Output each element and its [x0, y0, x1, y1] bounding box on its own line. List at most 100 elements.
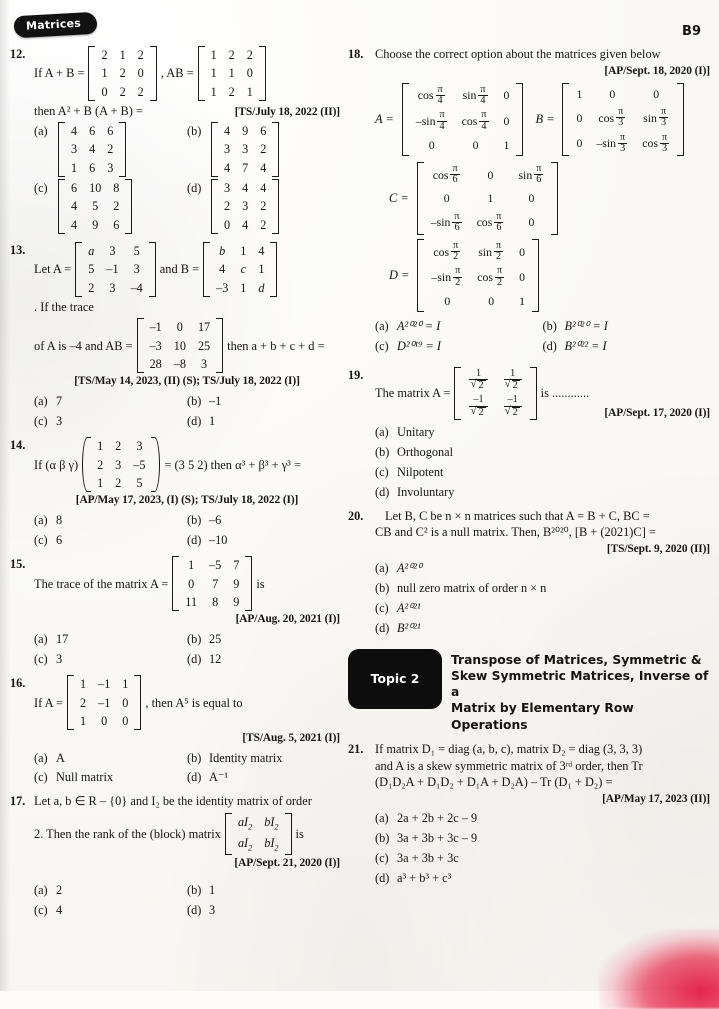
- q16-option-a[interactable]: (a) A: [34, 749, 187, 769]
- q19-option-c[interactable]: (c) Nilpotent: [375, 463, 710, 483]
- q16-option-d[interactable]: (d) A⁻¹: [187, 768, 340, 788]
- option-text: A²⁰²⁰ = I: [397, 319, 441, 334]
- question-number: 15.: [10, 557, 26, 572]
- question-number: 13.: [10, 242, 26, 257]
- option-text: Orthogonal: [397, 444, 454, 459]
- q17-stem-c: is: [295, 826, 304, 841]
- option-text: Involuntary: [397, 484, 455, 499]
- q18-stem: Choose the correct option about the matr…: [375, 47, 661, 61]
- option-text: 3: [56, 651, 63, 666]
- q12-source: [TS/July 18, 2022 (II)]: [234, 105, 340, 118]
- q20-option-c[interactable]: (c) A²⁰²¹: [375, 599, 710, 619]
- q13-stem-c: . If the trace: [34, 299, 94, 314]
- question-16: 16. If A = 1 –1 1 2 –1 0 100 , then A⁵ is eq…: [10, 675, 340, 788]
- option-label: (b): [375, 581, 390, 596]
- q20-option-b[interactable]: (b) null zero matrix of order n × n: [375, 579, 710, 599]
- q16-option-b[interactable]: (b) Identity matrix: [187, 749, 340, 769]
- q19-option-a[interactable]: (a) Unitary: [375, 423, 710, 443]
- topic-title: Transpose of Matrices, Symmetric & Skew …: [451, 649, 710, 733]
- q21-stem-a: If matrix D₁ = diag (a, b, c), matrix D₂…: [375, 741, 643, 756]
- option-text: 3: [56, 413, 63, 428]
- q13-matrix-B: b14 4c1 –3 1 d: [203, 241, 278, 297]
- q12-option-a[interactable]: (a) 466 342 163: [34, 122, 187, 178]
- question-14: 14. If (α β γ) 123 2 3 –5 125 = (3 5 2) th…: [10, 437, 340, 550]
- q12-option-c[interactable]: (c) 6 10 8 452 496: [34, 179, 187, 234]
- option-label: (c): [34, 413, 48, 428]
- q18-matrix-C: cos π 6 0 sin π 6 010 –sin π 6 cos π 6 0: [416, 161, 559, 236]
- option-label: (d): [187, 181, 202, 196]
- question-19: 19. The matrix A = 12 12 –12: [348, 366, 710, 503]
- q18-option-b[interactable]: (b) B²⁰²⁰ = I: [543, 317, 711, 337]
- option-text: 6: [56, 532, 63, 547]
- option-label: (d): [375, 620, 390, 635]
- q17-option-c[interactable]: (c) 4: [34, 901, 187, 921]
- q18-option-d[interactable]: (d) B²⁰²² = I: [543, 337, 711, 357]
- q12-option-b[interactable]: (b) 496 332 474: [187, 122, 340, 178]
- q13-matrix-AB: –1 0 17 –3 10 25 28 –8 3: [136, 318, 224, 374]
- option-text: Nilpotent: [397, 464, 444, 479]
- q15-option-a[interactable]: (a) 17: [34, 630, 187, 650]
- q14-option-c[interactable]: (c) 6: [34, 531, 187, 551]
- q14-option-d[interactable]: (d) –10: [187, 531, 340, 551]
- question-18: 18. Choose the correct option about the …: [348, 46, 710, 357]
- q15-source: [AP/Aug. 20, 2021 (I)]: [235, 613, 341, 626]
- option-text: A²⁰²⁰: [397, 561, 422, 576]
- q21-option-a[interactable]: (a) 2a + 2b + 2c – 9: [375, 809, 710, 829]
- option-text: a³ + b³ + c³: [397, 870, 452, 885]
- q12-matrix-ab: 122 110 121: [197, 46, 266, 101]
- q12-option-d[interactable]: (d) 344 232 042: [187, 179, 340, 234]
- option-label: (b): [375, 830, 390, 845]
- q13-stem-a: Let A =: [34, 262, 72, 277]
- q14-stem-a: If (α β γ): [34, 457, 79, 472]
- option-label: (b): [187, 750, 202, 765]
- question-13: 13. Let A = a35 5 –1 3 2 3 –4 and B = b …: [10, 241, 340, 432]
- q14-option-b[interactable]: (b) –6: [187, 511, 340, 531]
- option-text: 3: [209, 902, 216, 917]
- option-text: 1: [209, 883, 216, 898]
- option-label: (a): [375, 319, 389, 334]
- option-label: (a): [34, 631, 48, 646]
- q21-option-c[interactable]: (c) 3a + 3b + 3c: [375, 849, 710, 869]
- q13-option-b[interactable]: (b) –1: [187, 392, 340, 412]
- q14-option-a[interactable]: (a) 8: [34, 511, 187, 531]
- q20-stem-a: Let B, C be n × n matrices such that A =…: [385, 508, 650, 523]
- q21-stem-c: (D₁D₂A + D₁D₂ + D₁A + D₂A) – Tr (D₁ + D₂…: [375, 775, 613, 790]
- option-label: (d): [375, 484, 390, 499]
- option-label: (b): [187, 512, 202, 527]
- q13-option-d[interactable]: (d) 1: [187, 412, 340, 432]
- option-label: (a): [34, 883, 48, 898]
- q15-option-b[interactable]: (b) 25: [187, 630, 340, 650]
- q17-option-d[interactable]: (d) 3: [187, 901, 340, 921]
- q18-option-a[interactable]: (a) A²⁰²⁰ = I: [375, 317, 543, 337]
- option-text: 8: [56, 512, 63, 527]
- q15-stem-b: is: [256, 576, 265, 591]
- q16-option-c[interactable]: (c) Null matrix: [34, 768, 187, 788]
- q21-option-d[interactable]: (d) a³ + b³ + c³: [375, 869, 710, 889]
- q20-option-a[interactable]: (a) A²⁰²⁰: [375, 559, 710, 579]
- q21-option-b[interactable]: (b) 3a + 3b + 3c – 9: [375, 829, 710, 849]
- q17-option-a[interactable]: (a) 2: [34, 881, 187, 901]
- q13-option-a[interactable]: (a) 7: [34, 392, 187, 412]
- q19-option-d[interactable]: (d) Involuntary: [375, 483, 710, 503]
- q17-option-b[interactable]: (b) 1: [187, 881, 340, 901]
- option-label: (d): [375, 870, 390, 885]
- topic-title-line1: Transpose of Matrices, Symmetric &: [451, 652, 702, 667]
- q13-stem-e: then a + b + c + d =: [227, 338, 325, 353]
- option-label: (b): [375, 444, 390, 459]
- option-label: (b): [187, 631, 202, 646]
- q18-matrix-A-label: A =: [375, 112, 394, 127]
- option-text: 4: [56, 902, 63, 917]
- q15-option-c[interactable]: (c) 3: [34, 650, 187, 670]
- option-label: (b): [187, 883, 202, 898]
- q15-option-d[interactable]: (d) 12: [187, 650, 340, 670]
- option-label: (d): [187, 532, 202, 547]
- q18-option-c[interactable]: (c) D²⁰¹⁹ = I: [375, 337, 543, 357]
- option-label: (a): [34, 750, 48, 765]
- option-label: (c): [34, 532, 48, 547]
- left-column: 12. If A + B = 212 120 022 , AB = 1 2 2 …: [10, 46, 340, 926]
- q20-option-d[interactable]: (d) B²⁰²¹: [375, 619, 710, 639]
- q13-option-c[interactable]: (c) 3: [34, 412, 187, 432]
- q18-source: [AP/Sept. 18, 2020 (I)]: [604, 64, 710, 77]
- q19-option-b[interactable]: (b) Orthogonal: [375, 443, 710, 463]
- q13-source: [TS/May 14, 2023, (II) (S); TS/July 18, …: [74, 375, 300, 388]
